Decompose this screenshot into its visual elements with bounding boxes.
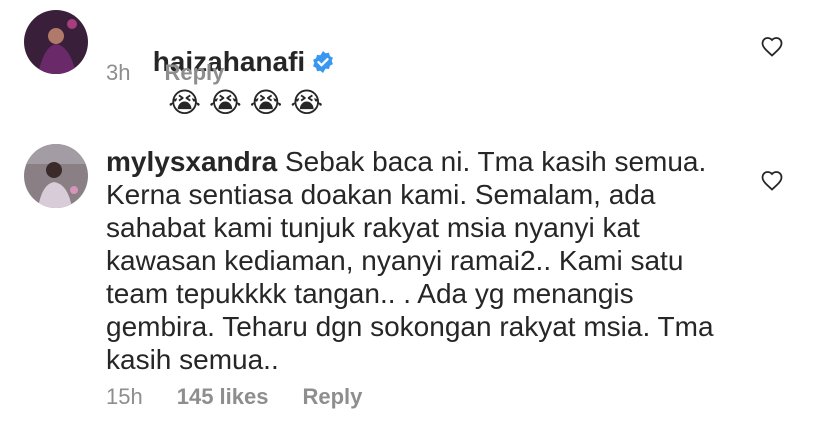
verified-badge-icon xyxy=(311,48,335,81)
heart-outline-icon[interactable] xyxy=(760,35,784,57)
reply-button[interactable]: Reply xyxy=(302,384,362,410)
likes-count[interactable]: 145 likes xyxy=(177,384,269,410)
heart-outline-icon[interactable] xyxy=(760,169,784,191)
comment-meta: 15h 145 likes Reply xyxy=(106,384,362,410)
reply-button[interactable]: Reply xyxy=(164,60,224,86)
comment-mylysxandra: mylysxandra Sebak baca ni. Tma kasih sem… xyxy=(0,110,828,424)
comment-body: Sebak baca ni. Tma kasih semua. Kerna se… xyxy=(106,146,722,375)
avatar[interactable] xyxy=(24,10,88,74)
avatar[interactable] xyxy=(24,144,88,208)
comment-username[interactable]: mylysxandra xyxy=(106,146,277,177)
comment-text: mylysxandra Sebak baca ni. Tma kasih sem… xyxy=(106,145,726,376)
comment-meta: 3h Reply xyxy=(106,60,224,86)
comment-time: 15h xyxy=(106,384,143,409)
comment-haizahanafi: haizahanafi 😭 😭 😭 😭 3h Reply xyxy=(0,0,828,118)
comment-time: 3h xyxy=(106,60,131,85)
